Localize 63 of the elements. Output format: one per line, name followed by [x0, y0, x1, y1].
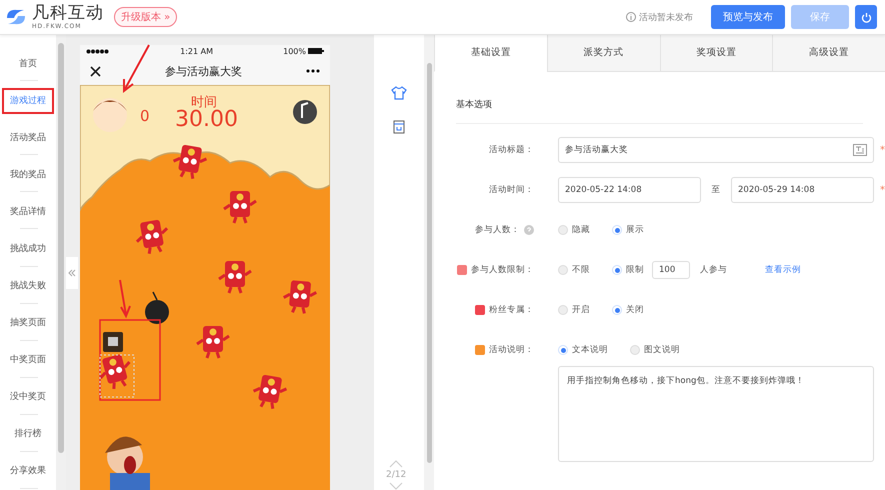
battery-text: 100%: [283, 46, 306, 56]
sidebar-item[interactable]: 首页: [3, 45, 53, 82]
sidebar-item[interactable]: 游戏过程: [2, 88, 54, 114]
timer-label: 时间: [191, 94, 217, 110]
text-format-icon[interactable]: [853, 144, 867, 156]
publish-button[interactable]: 预览与发布: [711, 5, 785, 29]
end-date-field[interactable]: 2020-05-29 14:08: [731, 177, 874, 203]
radio-option[interactable]: 开启: [558, 304, 590, 316]
info-icon: [626, 12, 636, 22]
separator-text: 至: [710, 184, 722, 196]
field-label: 活动标题：: [489, 144, 534, 156]
more-icon[interactable]: [306, 69, 320, 73]
help-icon[interactable]: [524, 225, 534, 235]
status-time: 1:21 AM: [180, 46, 213, 56]
radio-option[interactable]: 限制: [612, 264, 644, 276]
title-field[interactable]: 参与活动赢大奖: [558, 137, 874, 163]
sidebar-item[interactable]: 活动奖品: [3, 119, 53, 156]
status-text: 活动暂未发布: [639, 12, 693, 24]
sidebar-item[interactable]: 挑战成功: [3, 230, 53, 268]
tab[interactable]: 派奖方式: [546, 34, 660, 72]
power-button[interactable]: [855, 5, 877, 29]
start-date-field[interactable]: 2020-05-22 14:08: [558, 177, 701, 203]
power-icon: [860, 12, 872, 22]
radio-option[interactable]: 文本说明: [558, 344, 608, 356]
battery-icon: [308, 48, 324, 54]
section-title: 基本选项: [456, 98, 863, 124]
collapse-handle[interactable]: [66, 256, 78, 288]
radio-option[interactable]: 展示: [612, 224, 644, 236]
scrollbar-thumb[interactable]: [427, 63, 432, 463]
tab[interactable]: 高级设置: [772, 34, 885, 72]
radio-option[interactable]: 不限: [558, 264, 590, 276]
tab[interactable]: 奖项设置: [660, 34, 772, 72]
description-field[interactable]: 用手指控制角色移动，接下hong包。注意不要接到炸弹哦！: [558, 366, 874, 462]
timer-text: 30.00: [175, 107, 238, 132]
close-icon[interactable]: [90, 66, 101, 76]
sidebar-item[interactable]: 奖品详情: [3, 193, 53, 230]
logo-text: 凡科互动: [32, 4, 104, 22]
page-title: 参与活动赢大奖: [165, 64, 242, 78]
sidebar-item[interactable]: 排行榜: [3, 416, 53, 453]
sidebar-item[interactable]: 分享效果: [3, 452, 53, 490]
suffix-text: 人参与: [700, 264, 727, 276]
sidebar-item[interactable]: 我的奖品: [3, 156, 53, 194]
radio-option[interactable]: 隐藏: [558, 224, 590, 236]
required-mark: *: [880, 144, 885, 156]
limit-field[interactable]: 100: [652, 261, 690, 279]
signal-icon: [86, 48, 110, 54]
field-label: 参与人数：: [475, 224, 520, 236]
field-label: 参与人数限制：: [471, 264, 534, 276]
sidebar-item[interactable]: 挑战失败: [3, 268, 53, 305]
field-label: 粉丝专属：: [489, 304, 534, 316]
page-counter: 2/12: [386, 470, 406, 480]
field-label: 活动说明：: [489, 344, 534, 356]
example-link[interactable]: 查看示例: [765, 264, 801, 276]
sidebar-item[interactable]: 抽奖页面: [3, 304, 53, 342]
sidebar-item[interactable]: 中奖页面: [3, 342, 53, 379]
scrollbar-thumb[interactable]: [58, 43, 64, 453]
required-mark: *: [880, 184, 885, 196]
pointer-arrow: [121, 43, 151, 95]
radio-option[interactable]: 图文说明: [630, 344, 680, 356]
field-label: 活动时间：: [489, 184, 534, 196]
score-text: 0: [140, 107, 150, 125]
sidebar-item[interactable]: 没中奖页: [3, 378, 53, 416]
radio-option[interactable]: 关闭: [612, 304, 644, 316]
